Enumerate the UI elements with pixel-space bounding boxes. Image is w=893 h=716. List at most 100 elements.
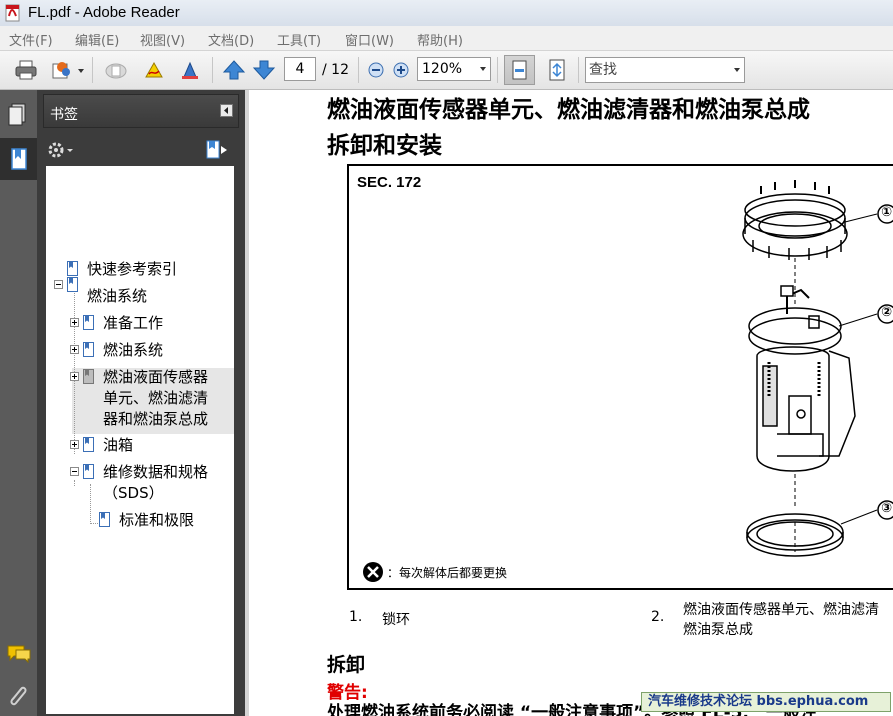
- collaborate-dropdown-icon[interactable]: [77, 59, 85, 81]
- fit-page-icon[interactable]: [545, 59, 569, 81]
- expand-toggle-icon[interactable]: [70, 440, 79, 449]
- bookmark-icon: [11, 148, 27, 170]
- bookmark-fuel-level-sensor-line3[interactable]: 器和燃油泵总成: [103, 409, 208, 430]
- o-ring-drawing: [746, 513, 844, 557]
- gear-icon[interactable]: [47, 140, 77, 160]
- toolbar-separator: [92, 57, 93, 83]
- bookmarks-panel-title: 书签: [50, 107, 78, 123]
- menu-file[interactable]: 文件(F): [9, 30, 53, 49]
- expand-toggle-icon[interactable]: [70, 318, 79, 327]
- tree-line: [90, 484, 91, 524]
- bookmarks-panel-button[interactable]: [0, 138, 37, 180]
- collapse-toggle-icon[interactable]: [70, 467, 79, 476]
- document-subheading: 拆卸和安装: [327, 133, 442, 159]
- callout-2: ②: [881, 305, 893, 320]
- expand-toggle-icon[interactable]: [70, 372, 79, 381]
- caption-1-text: 锁环: [382, 612, 410, 628]
- forum-watermark: 汽车维修技术论坛 bbs.ephua.com: [641, 692, 891, 712]
- collapse-panel-button[interactable]: [220, 104, 233, 117]
- menu-bar: 文件(F) 编辑(E) 视图(V) 文档(D) 工具(T) 窗口(W) 帮助(H…: [0, 26, 893, 51]
- figure-note: ：每次解体后都要更换: [387, 566, 508, 580]
- bookmark-sds-line1[interactable]: 维修数据和规格: [103, 462, 208, 483]
- menu-view[interactable]: 视图(V): [140, 30, 185, 49]
- bookmark-tree[interactable]: 快速参考索引 燃油系统 准备工作 燃油系统 燃油液面传感器 单元、燃油滤清 器和…: [46, 166, 234, 714]
- page-down-icon[interactable]: [252, 59, 276, 81]
- window-title: FL.pdf - Adobe Reader: [28, 4, 180, 21]
- bookmark-fuel-level-sensor-line1[interactable]: 燃油液面传感器: [103, 367, 208, 388]
- bookmark-fuel-level-sensor-line2[interactable]: 单元、燃油滤清: [103, 388, 208, 409]
- bookmark-icon: [99, 512, 110, 527]
- chevron-down-icon: [480, 67, 486, 71]
- bookmark-icon: [83, 342, 94, 357]
- menu-help[interactable]: 帮助(H): [417, 30, 463, 49]
- pages-panel-icon[interactable]: [0, 102, 37, 128]
- zoom-in-icon[interactable]: [391, 59, 411, 81]
- menu-document[interactable]: 文档(D): [208, 30, 254, 49]
- fit-width-icon: [512, 60, 527, 80]
- attachments-icon[interactable]: [0, 684, 37, 708]
- exploded-diagram: SEC. 172 ① ② ③ ：每次解体后都要更换: [347, 164, 893, 590]
- caption-2-number: 2.: [651, 609, 665, 625]
- document-heading: 燃油液面传感器单元、燃油滤清器和燃油泵总成: [327, 97, 810, 123]
- collapse-toggle-icon[interactable]: [54, 280, 63, 289]
- toolbar-separator: [212, 57, 213, 83]
- bookmark-icon: [83, 437, 94, 452]
- bookmark-icon: [67, 261, 78, 276]
- bookmark-sds-line2[interactable]: （SDS）: [103, 483, 164, 504]
- toolbar-separator: [358, 57, 359, 83]
- tree-line: [74, 288, 75, 454]
- search-input[interactable]: 查找: [585, 57, 745, 83]
- comments-icon[interactable]: [0, 642, 37, 666]
- callout-3: ③: [881, 501, 893, 516]
- bookmark-fuel-system-sub[interactable]: 燃油系统: [103, 340, 163, 361]
- menu-tools[interactable]: 工具(T): [277, 30, 321, 49]
- caption-2-text-line1: 燃油液面传感器单元、燃油滤清: [683, 602, 879, 618]
- removal-heading: 拆卸: [327, 654, 366, 676]
- tree-line: [74, 480, 75, 486]
- page-up-icon[interactable]: [222, 59, 246, 81]
- sign-icon[interactable]: [142, 59, 166, 81]
- page-total: / 12: [322, 62, 349, 78]
- bookmark-fuel-system[interactable]: 燃油系统: [87, 286, 147, 307]
- caption-1-number: 1.: [349, 609, 363, 625]
- expand-toggle-icon[interactable]: [70, 345, 79, 354]
- title-bar: FL.pdf - Adobe Reader: [0, 0, 893, 26]
- page-number-input[interactable]: 4: [284, 57, 316, 81]
- bookmarks-panel: 书签 快速参考索引 燃油系统 准备工作 燃油系统 燃油液面传感器 单元、燃油滤清…: [37, 90, 245, 716]
- cloud-icon[interactable]: [104, 59, 128, 81]
- toolbar-separator: [578, 57, 579, 83]
- callout-1: ①: [881, 205, 893, 220]
- fuel-pump-diagram: [363, 180, 893, 582]
- bookmark-icon: [83, 464, 94, 479]
- zoom-select[interactable]: 120%: [417, 57, 491, 81]
- new-bookmark-icon[interactable]: [205, 139, 229, 161]
- fit-width-button[interactable]: [504, 55, 535, 85]
- bookmark-icon: [67, 277, 78, 292]
- toolbar-separator: [497, 57, 498, 83]
- fuel-pump-assembly-drawing: [748, 285, 856, 472]
- bookmark-icon: [83, 315, 94, 330]
- document-view[interactable]: 燃油液面传感器单元、燃油滤清器和燃油泵总成 拆卸和安装 SEC. 172 ① ②…: [249, 90, 893, 716]
- zoom-value: 120%: [422, 61, 463, 77]
- bookmark-fuel-tank[interactable]: 油箱: [103, 435, 133, 456]
- bookmarks-tools: [43, 136, 239, 164]
- menu-edit[interactable]: 编辑(E): [75, 30, 119, 49]
- print-icon[interactable]: [14, 59, 38, 81]
- highlight-icon[interactable]: [178, 59, 202, 81]
- tree-line: [90, 523, 98, 524]
- pdf-app-icon: [5, 4, 20, 22]
- navigation-rail: [0, 90, 37, 716]
- bookmark-standards-limits[interactable]: 标准和极限: [119, 510, 194, 531]
- chevron-left-icon: [224, 107, 228, 114]
- lock-ring-drawing: [742, 180, 848, 260]
- menu-window[interactable]: 窗口(W): [345, 30, 394, 49]
- bookmark-preparation[interactable]: 准备工作: [103, 313, 163, 334]
- zoom-out-icon[interactable]: [366, 59, 386, 81]
- bookmarks-panel-header: 书签: [43, 94, 239, 128]
- bookmark-quick-reference[interactable]: 快速参考索引: [87, 259, 177, 280]
- search-placeholder: 查找: [589, 62, 617, 78]
- collaborate-icon[interactable]: [50, 59, 74, 81]
- bookmark-icon: [83, 369, 94, 384]
- chevron-down-icon: [734, 68, 740, 72]
- caption-2-text-line2: 燃油泵总成: [683, 622, 753, 638]
